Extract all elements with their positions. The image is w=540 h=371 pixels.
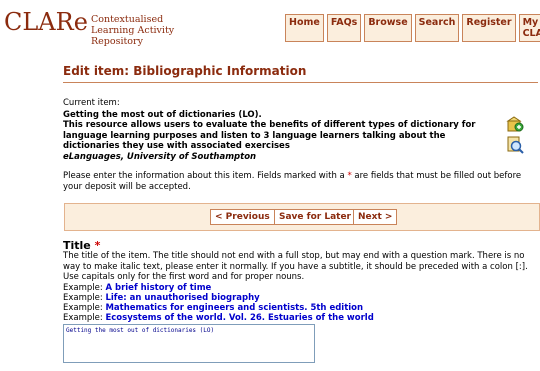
nav-browse[interactable]: Browse (364, 14, 412, 42)
page-title: Edit item: Bibliographic Information (63, 64, 307, 78)
example-label: Example: (63, 313, 103, 323)
instructions-text: Please enter the information about this … (63, 171, 538, 192)
wizard-button-bar: < Previous Save for Later Next > (64, 203, 540, 231)
nav-my-clare[interactable]: My CLARe (518, 14, 540, 42)
main-nav: Home FAQs Browse Search Register My CLAR… (285, 14, 540, 42)
nav-faqs[interactable]: FAQs (326, 14, 362, 42)
example-line: Example: A brief history of time (63, 283, 211, 294)
next-button[interactable]: Next > (353, 209, 398, 225)
view-item-icon[interactable] (506, 136, 524, 154)
nav-home[interactable]: Home (285, 14, 324, 42)
title-divider (63, 82, 538, 83)
current-item-title: Getting the most out of dictionaries (LO… (63, 110, 262, 120)
example-link[interactable]: A brief history of time (105, 283, 211, 293)
save-for-later-button[interactable]: Save for Later (274, 209, 356, 225)
site-logo[interactable]: CLARe Contextualised Learning Activity R… (4, 8, 174, 47)
nav-search[interactable]: Search (414, 14, 460, 42)
example-line: Example: Life: an unauthorised biography (63, 293, 260, 304)
example-link[interactable]: Mathematics for engineers and scientists… (105, 303, 363, 313)
current-item-description: This resource allows users to evaluate t… (63, 120, 476, 151)
logo-sub-text: Contextualised Learning Activity Reposit… (91, 14, 175, 47)
site-header: CLARe Contextualised Learning Activity R… (0, 0, 540, 50)
edit-item-icon[interactable] (506, 116, 524, 132)
title-input[interactable]: Getting the most out of dictionaries (LO… (63, 324, 315, 363)
example-link[interactable]: Ecosystems of the world. Vol. 26. Estuar… (105, 313, 373, 323)
title-field-help: The title of the item. The title should … (63, 251, 528, 282)
nav-register[interactable]: Register (462, 14, 516, 42)
instructions-part: Please enter the information about this … (63, 171, 348, 181)
current-item-author: eLanguages, University of Southampton (63, 152, 257, 162)
example-line: Example: Mathematics for engineers and s… (63, 303, 363, 314)
previous-button[interactable]: < Previous (210, 209, 275, 225)
logo-main-text: CLARe (4, 8, 88, 36)
current-item-label: Current item: (63, 98, 120, 108)
example-label: Example: (63, 293, 103, 303)
example-line: Example: Ecosystems of the world. Vol. 2… (63, 313, 374, 324)
example-label: Example: (63, 303, 103, 313)
example-label: Example: (63, 283, 103, 293)
example-link[interactable]: Life: an unauthorised biography (105, 293, 259, 303)
